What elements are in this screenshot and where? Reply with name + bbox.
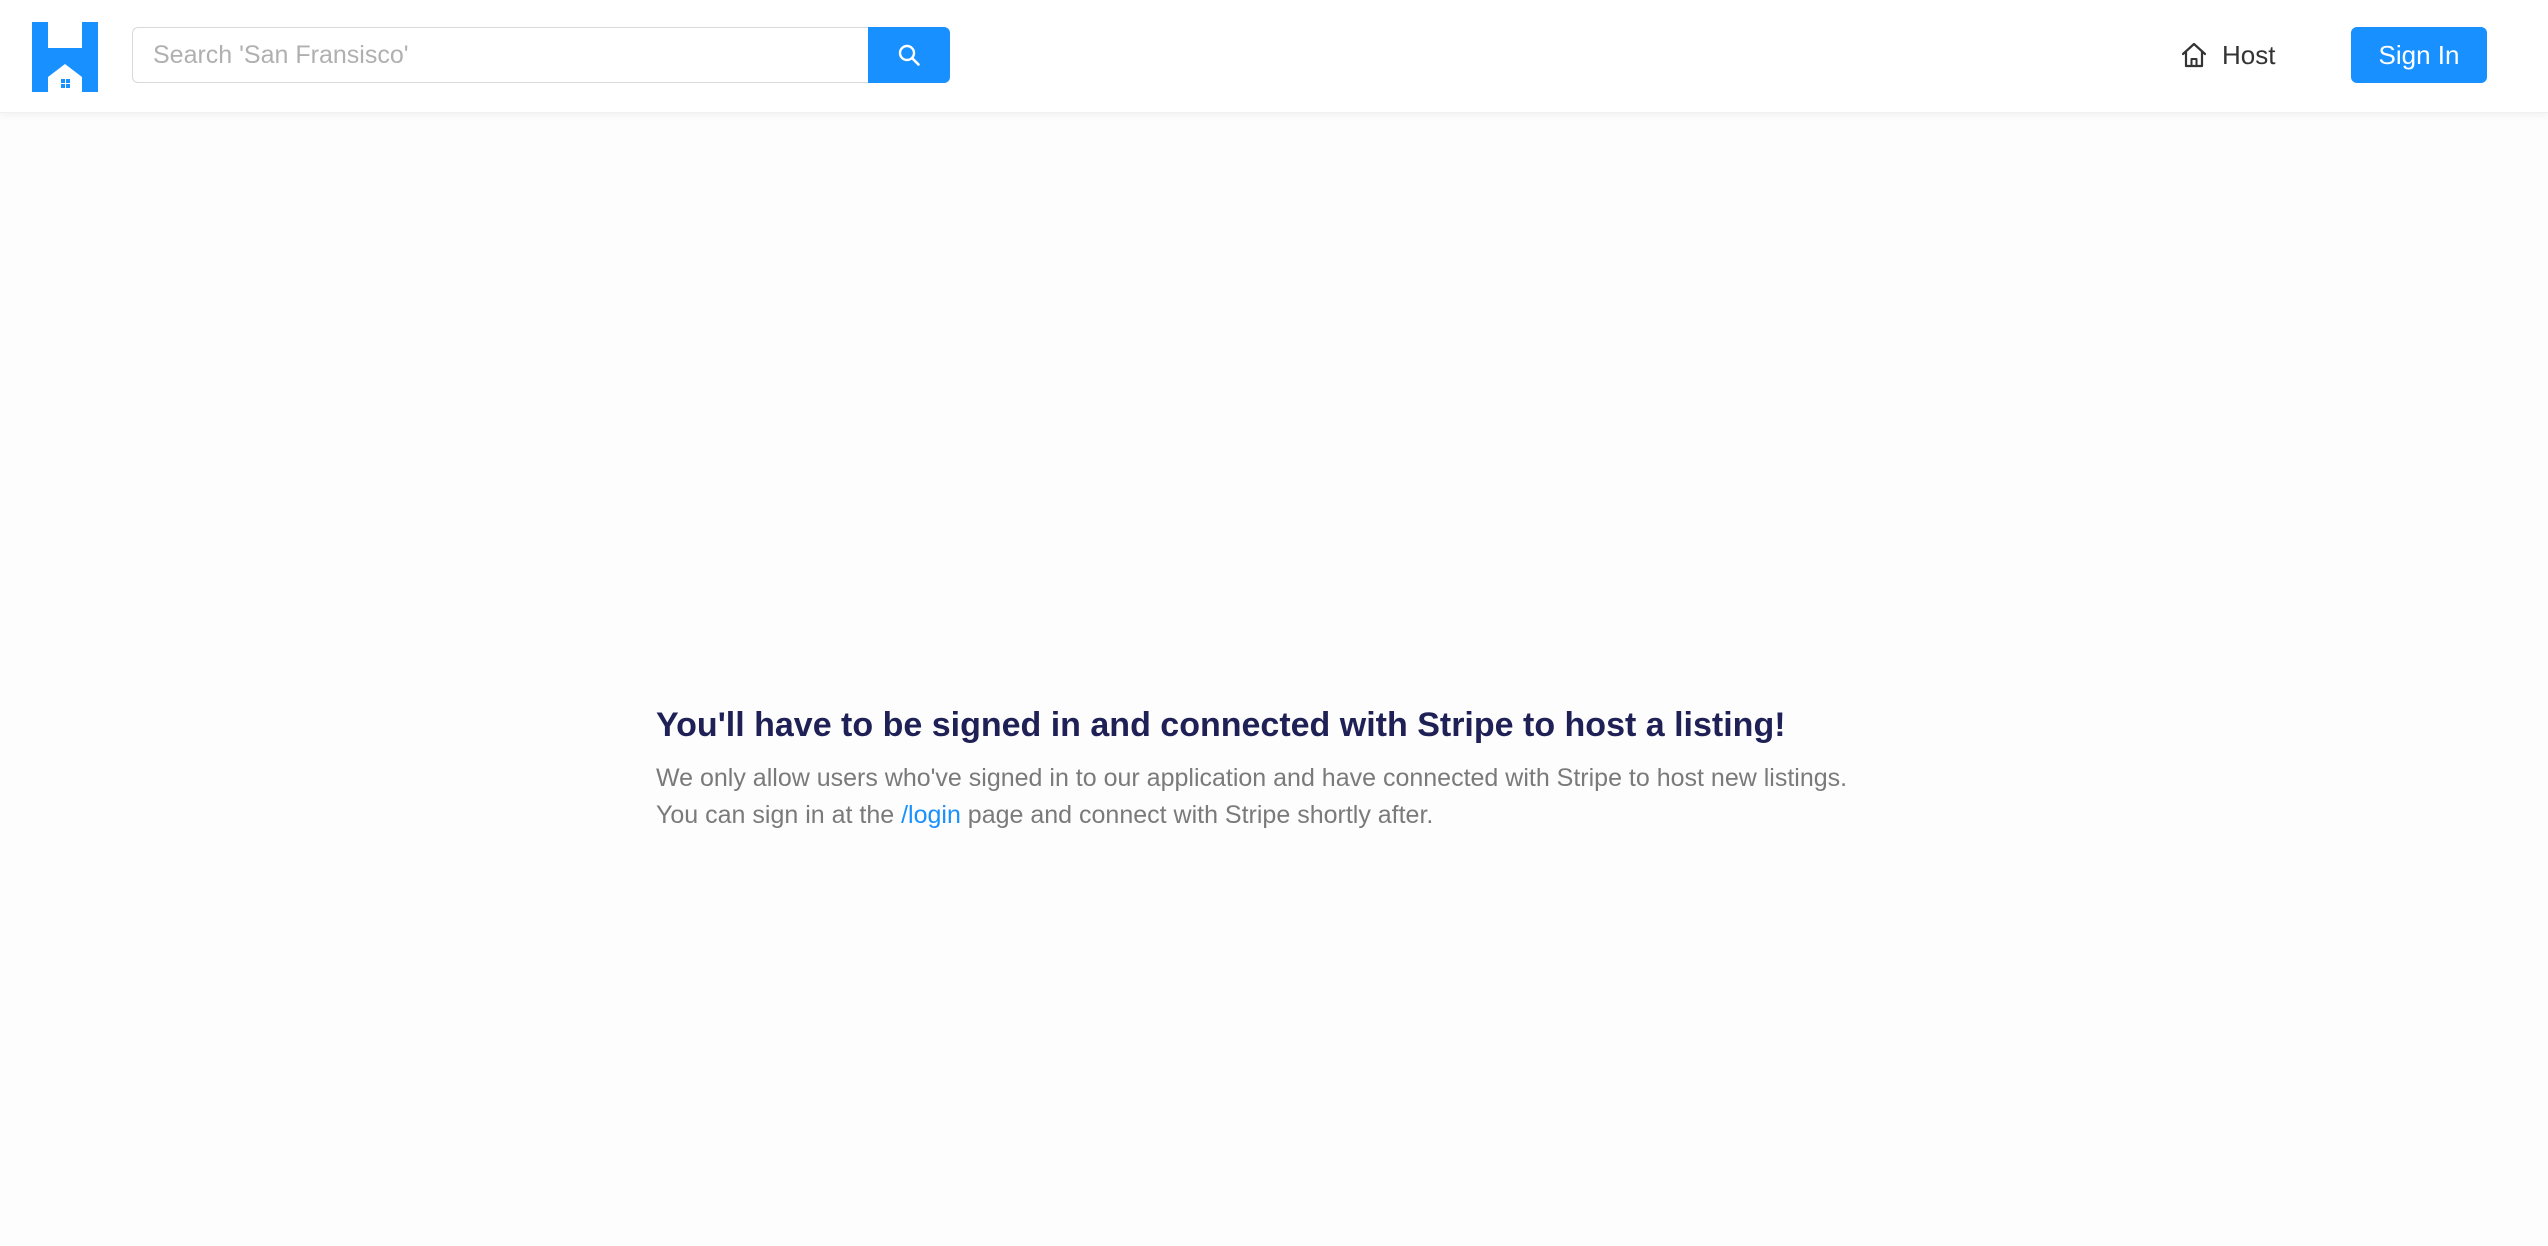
logo-icon — [32, 22, 98, 92]
description-line-2-start: You can sign in at the — [656, 801, 902, 829]
sign-in-button[interactable]: Sign In — [2351, 27, 2487, 83]
app-header: Host Sign In — [0, 0, 2548, 113]
search-bar — [132, 27, 950, 83]
host-link[interactable]: Host — [2180, 27, 2275, 83]
search-button[interactable] — [868, 27, 950, 83]
description-line-1: We only allow users who've signed in to … — [656, 764, 1848, 792]
home-icon — [2181, 42, 2207, 68]
login-link[interactable]: /login — [901, 801, 961, 829]
description-line-2-end: page and connect with Stripe shortly aft… — [960, 801, 1434, 829]
host-label: Host — [2222, 39, 2276, 70]
search-icon — [898, 44, 920, 66]
app-logo[interactable] — [32, 22, 98, 92]
page-title: You'll have to be signed in and connecte… — [656, 706, 1786, 744]
description: We only allow users who've signed in to … — [656, 760, 1956, 834]
host-required-message: You'll have to be signed in and connecte… — [656, 700, 1956, 834]
search-input[interactable] — [132, 27, 869, 83]
